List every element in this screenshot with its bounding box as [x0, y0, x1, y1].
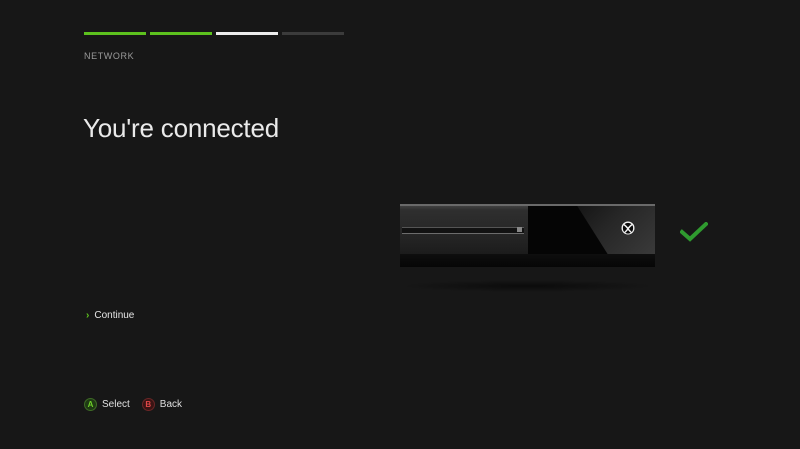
back-label: Back [159, 399, 183, 410]
xbox-console-illustration [400, 204, 655, 267]
page-title: You're connected [83, 113, 279, 143]
back-hint[interactable]: B Back [141, 398, 183, 411]
progress-step-1 [84, 32, 146, 35]
console-image [400, 204, 656, 294]
disc-slot [402, 227, 524, 234]
select-hint[interactable]: A Select [84, 398, 130, 411]
select-label: Select [102, 399, 130, 410]
xbox-logo-icon [621, 221, 635, 235]
progress-step-4 [282, 32, 344, 35]
continue-label: Continue [94, 310, 135, 321]
b-button-icon: B [141, 398, 155, 411]
chevron-right-icon: › [86, 310, 90, 321]
controller-hints: A Select B Back [84, 398, 182, 411]
setup-progress-bar [84, 32, 344, 35]
check-icon [680, 222, 708, 242]
progress-step-3 [216, 32, 278, 35]
progress-step-2 [150, 32, 212, 35]
a-button-icon: A [84, 398, 97, 411]
continue-button[interactable]: › Continue [86, 310, 134, 321]
section-label: NETWORK [84, 51, 135, 61]
